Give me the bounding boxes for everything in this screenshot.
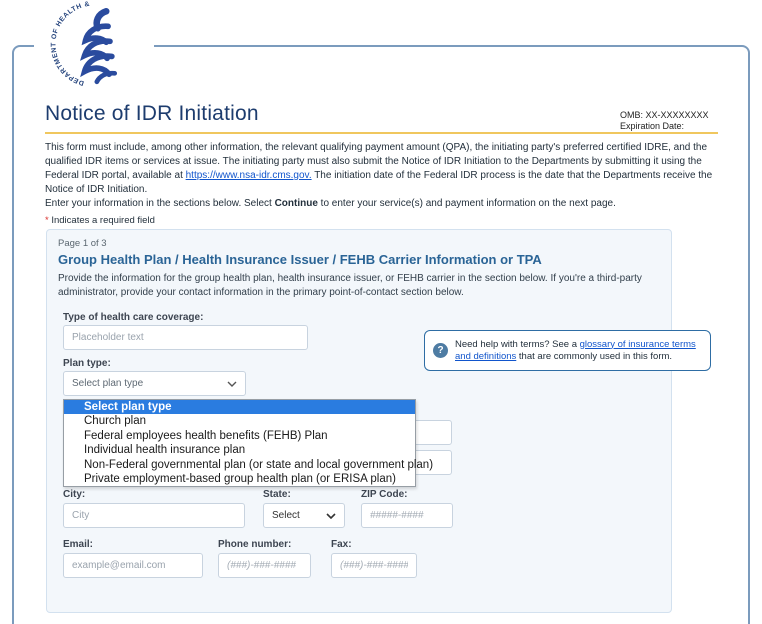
help-text: Need help with terms? See a glossary of … bbox=[455, 339, 702, 363]
help-text-after: that are commonly used in this form. bbox=[516, 351, 672, 362]
continue-keyword: Continue bbox=[275, 198, 318, 209]
instructions-before: Enter your information in the sections b… bbox=[45, 198, 275, 209]
help-text-before: Need help with terms? See a bbox=[455, 339, 580, 350]
chevron-down-icon bbox=[227, 381, 237, 387]
intro-paragraph: This form must include, among other info… bbox=[45, 141, 718, 197]
coverage-type-label: Type of health care coverage: bbox=[63, 312, 203, 323]
hhs-logo: DEPARTMENT OF HEALTH & HUMAN SERVICES·US… bbox=[34, 0, 154, 94]
fax-label: Fax: bbox=[331, 539, 352, 550]
gold-divider bbox=[45, 132, 718, 134]
city-label: City: bbox=[63, 489, 85, 500]
fax-input[interactable] bbox=[331, 553, 417, 578]
plan-type-option-2[interactable]: Federal employees health benefits (FEHB)… bbox=[64, 429, 415, 443]
page: DEPARTMENT OF HEALTH & HUMAN SERVICES·US… bbox=[0, 0, 762, 624]
section-title: Group Health Plan / Health Insurance Iss… bbox=[58, 252, 658, 267]
question-mark-icon: ? bbox=[433, 343, 448, 358]
state-selected-value: Select bbox=[272, 510, 300, 521]
plan-type-option-5[interactable]: Private employment-based group health pl… bbox=[64, 472, 415, 486]
phone-number-label: Phone number: bbox=[218, 539, 291, 550]
city-input[interactable] bbox=[63, 503, 245, 528]
email-label: Email: bbox=[63, 539, 93, 550]
idr-portal-link[interactable]: https://www.nsa-idr.cms.gov. bbox=[186, 170, 312, 181]
page-title: Notice of IDR Initiation bbox=[45, 102, 259, 126]
state-label: State: bbox=[263, 489, 291, 500]
phone-number-input[interactable] bbox=[218, 553, 311, 578]
state-select[interactable]: Select bbox=[263, 503, 345, 528]
chevron-down-icon bbox=[326, 513, 336, 519]
instructions-text: Enter your information in the sections b… bbox=[45, 197, 718, 211]
omb-block: OMB: XX-XXXXXXXX Expiration Date: bbox=[620, 110, 709, 132]
plan-type-select[interactable]: Select plan type bbox=[63, 371, 246, 396]
hhs-eagle-icon: DEPARTMENT OF HEALTH & HUMAN SERVICES·US… bbox=[34, 0, 154, 94]
section-description: Provide the information for the group he… bbox=[58, 272, 662, 300]
plan-type-label: Plan type: bbox=[63, 358, 111, 369]
instructions-after: to enter your service(s) and payment inf… bbox=[318, 198, 616, 209]
email-input[interactable] bbox=[63, 553, 203, 578]
plan-type-option-0[interactable]: Select plan type bbox=[64, 400, 415, 414]
zip-code-label: ZIP Code: bbox=[361, 489, 407, 500]
plan-type-option-4[interactable]: Non-Federal governmental plan (or state … bbox=[64, 458, 415, 472]
plan-type-dropdown: Select plan type Church plan Federal emp… bbox=[63, 399, 416, 487]
coverage-type-input[interactable] bbox=[63, 325, 308, 350]
omb-number: OMB: XX-XXXXXXXX bbox=[620, 110, 709, 121]
plan-type-option-3[interactable]: Individual health insurance plan bbox=[64, 443, 415, 457]
required-text: Indicates a required field bbox=[49, 215, 155, 226]
omb-expiration: Expiration Date: bbox=[620, 121, 709, 132]
page-indicator: Page 1 of 3 bbox=[58, 238, 107, 249]
required-field-note: * Indicates a required field bbox=[45, 215, 445, 226]
plan-type-selected-value: Select plan type bbox=[72, 378, 143, 389]
zip-code-input[interactable] bbox=[361, 503, 453, 528]
plan-type-option-1[interactable]: Church plan bbox=[64, 414, 415, 428]
help-box: ? Need help with terms? See a glossary o… bbox=[424, 330, 711, 371]
